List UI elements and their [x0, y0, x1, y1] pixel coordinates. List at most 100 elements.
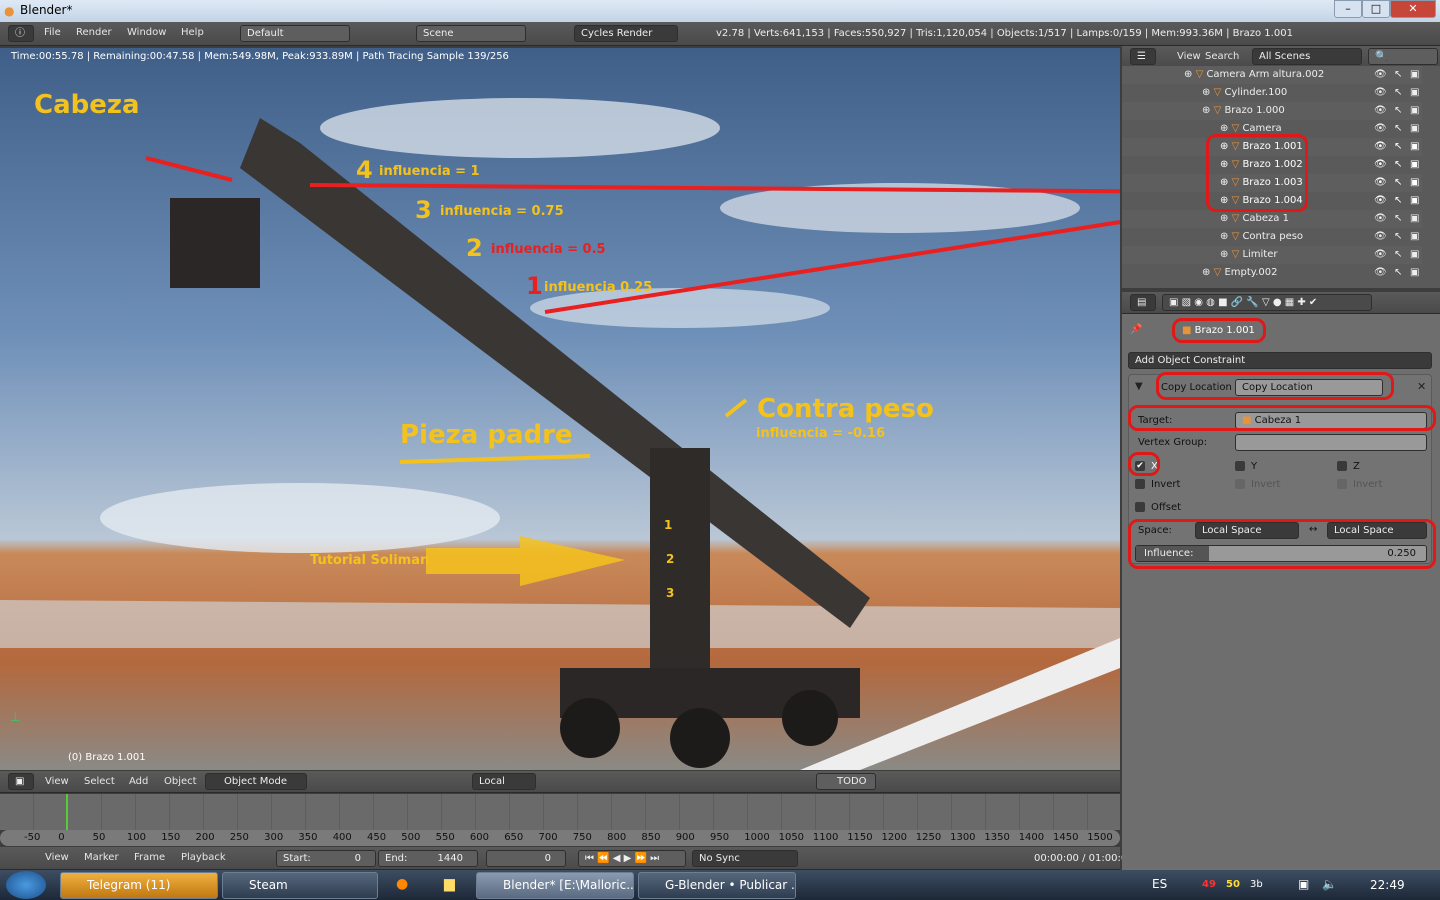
outliner-item[interactable]: ⊕ ▽ Empty.002 👁 ↖ ▣ — [1122, 264, 1422, 282]
outliner-filter-select[interactable]: All Scenes — [1252, 48, 1362, 65]
select-cursor-icon[interactable]: ↖ — [1394, 156, 1402, 174]
render-camera-icon[interactable]: ▣ — [1410, 264, 1419, 282]
taskbar-blender[interactable]: Blender* [E:\Malloric... — [476, 872, 634, 899]
info-editor-icon[interactable]: ⓘ — [8, 25, 34, 42]
select-cursor-icon[interactable]: ↖ — [1394, 228, 1402, 246]
end-frame-field[interactable]: End: 1440 — [378, 850, 478, 867]
invert-x-checkbox[interactable]: Invert — [1135, 479, 1180, 490]
menu-select[interactable]: Select — [84, 776, 115, 787]
select-cursor-icon[interactable]: ↖ — [1394, 84, 1402, 102]
layout-field[interactable]: Default — [240, 25, 350, 42]
select-cursor-icon[interactable]: ↖ — [1394, 210, 1402, 228]
volume-icon[interactable]: 🔈 — [1322, 877, 1337, 891]
properties-tabs[interactable]: ▣ ▧ ◉ ◍ ■ 🔗 🔧 ▽ ● ▦ ✚ ✔ — [1162, 294, 1372, 311]
outliner-search-input[interactable]: 🔍 — [1368, 48, 1438, 65]
properties-editor-icon[interactable]: ▤ — [1130, 294, 1156, 311]
menu-view[interactable]: View — [45, 852, 69, 863]
render-camera-icon[interactable]: ▣ — [1410, 66, 1419, 84]
visibility-icon[interactable]: 👁 — [1374, 66, 1387, 84]
expand-icon[interactable]: ⊕ — [1220, 123, 1232, 134]
3d-viewport[interactable]: Time:00:55.78 | Remaining:00:47.58 | Mem… — [0, 48, 1120, 770]
expand-icon[interactable]: ⊕ — [1202, 87, 1214, 98]
outliner-item[interactable]: ⊕ ▽ Brazo 1.000 👁 ↖ ▣ — [1122, 102, 1422, 120]
current-frame-field[interactable]: 0 — [486, 850, 566, 867]
outliner-item[interactable]: ⊕ ▽ Limiter 👁 ↖ ▣ — [1122, 246, 1422, 264]
menu-view[interactable]: View — [45, 776, 69, 787]
render-camera-icon[interactable]: ▣ — [1410, 210, 1419, 228]
firefox-icon[interactable]: ● — [396, 876, 408, 892]
network-icon[interactable]: ▣ — [1298, 877, 1309, 891]
render-camera-icon[interactable]: ▣ — [1410, 120, 1419, 138]
expand-icon[interactable]: ⊕ — [1220, 249, 1232, 260]
close-button[interactable]: ✕ — [1390, 0, 1436, 18]
visibility-icon[interactable]: 👁 — [1374, 264, 1387, 282]
render-camera-icon[interactable]: ▣ — [1410, 228, 1419, 246]
render-engine-select[interactable]: Cycles Render — [574, 25, 678, 42]
select-cursor-icon[interactable]: ↖ — [1394, 102, 1402, 120]
render-camera-icon[interactable]: ▣ — [1410, 174, 1419, 192]
menu-object[interactable]: Object — [164, 776, 197, 787]
expand-icon[interactable]: ⊕ — [1202, 267, 1214, 278]
menu-search[interactable]: Search — [1205, 51, 1239, 62]
expand-icon[interactable]: ⊕ — [1220, 231, 1232, 242]
visibility-icon[interactable]: 👁 — [1374, 192, 1387, 210]
folder-icon[interactable]: ▆ — [444, 876, 455, 892]
language-indicator[interactable]: ES — [1152, 877, 1167, 891]
tray-item[interactable]: 50 — [1226, 879, 1240, 890]
visibility-icon[interactable]: 👁 — [1374, 84, 1387, 102]
render-camera-icon[interactable]: ▣ — [1410, 102, 1419, 120]
menu-file[interactable]: File — [44, 27, 61, 38]
tray-item[interactable]: 49 — [1202, 879, 1216, 890]
invert-y-checkbox[interactable]: Invert — [1235, 479, 1280, 490]
render-camera-icon[interactable]: ▣ — [1410, 156, 1419, 174]
clock[interactable]: 22:49 — [1370, 878, 1405, 892]
render-camera-icon[interactable]: ▣ — [1410, 192, 1419, 210]
visibility-icon[interactable]: 👁 — [1374, 102, 1387, 120]
tray-item[interactable]: 3b — [1250, 879, 1263, 890]
menu-render[interactable]: Render — [76, 27, 112, 38]
visibility-icon[interactable]: 👁 — [1374, 174, 1387, 192]
visibility-icon[interactable]: 👁 — [1374, 228, 1387, 246]
y-checkbox[interactable]: Y — [1235, 461, 1257, 472]
mode-select[interactable]: Object Mode — [205, 773, 307, 790]
minimize-button[interactable]: – — [1334, 0, 1362, 18]
current-frame-marker[interactable] — [66, 794, 68, 830]
editor-type-icon[interactable]: ▣ — [8, 773, 34, 790]
offset-checkbox[interactable]: Offset — [1135, 502, 1181, 513]
todo-button[interactable]: TODO — [816, 773, 876, 790]
select-cursor-icon[interactable]: ↖ — [1394, 138, 1402, 156]
menu-add[interactable]: Add — [129, 776, 148, 787]
menu-view[interactable]: View — [1177, 51, 1201, 62]
render-camera-icon[interactable]: ▣ — [1410, 84, 1419, 102]
visibility-icon[interactable]: 👁 — [1374, 156, 1387, 174]
frame-ruler[interactable]: -50 0 50 100 150 200 250 300 350 400 450 500 550 600 6… — [0, 830, 1120, 846]
maximize-button[interactable]: □ — [1362, 0, 1390, 18]
select-cursor-icon[interactable]: ↖ — [1394, 174, 1402, 192]
taskbar-firefox[interactable]: G-Blender • Publicar ... — [638, 872, 796, 899]
visibility-icon[interactable]: 👁 — [1374, 138, 1387, 156]
menu-marker[interactable]: Marker — [84, 852, 119, 863]
select-cursor-icon[interactable]: ↖ — [1394, 264, 1402, 282]
render-camera-icon[interactable]: ▣ — [1410, 246, 1419, 264]
visibility-icon[interactable]: 👁 — [1374, 120, 1387, 138]
menu-frame[interactable]: Frame — [134, 852, 165, 863]
pin-icon[interactable]: 📌 — [1130, 324, 1142, 335]
z-checkbox[interactable]: Z — [1337, 461, 1360, 472]
visibility-icon[interactable]: 👁 — [1374, 246, 1387, 264]
menu-window[interactable]: Window — [127, 27, 166, 38]
orientation-select[interactable]: Local — [472, 773, 536, 790]
invert-z-checkbox[interactable]: Invert — [1337, 479, 1382, 490]
select-cursor-icon[interactable]: ↖ — [1394, 246, 1402, 264]
taskbar-steam[interactable]: Steam — [222, 872, 378, 899]
sync-select[interactable]: No Sync — [692, 850, 798, 867]
outliner-item[interactable]: ⊕ ▽ Cylinder.100 👁 ↖ ▣ — [1122, 84, 1422, 102]
expand-icon[interactable]: ⊕ — [1202, 105, 1214, 116]
playback-controls[interactable]: ⏮ ⏪ ◀ ▶ ⏩ ⏭ — [578, 850, 686, 867]
collapse-triangle-icon[interactable]: ▼ — [1135, 381, 1143, 392]
delete-constraint-icon[interactable]: ✕ — [1417, 380, 1426, 393]
menu-help[interactable]: Help — [181, 27, 204, 38]
vertex-group-field[interactable] — [1235, 434, 1427, 451]
outliner-item[interactable]: ⊕ ▽ Contra peso 👁 ↖ ▣ — [1122, 228, 1422, 246]
expand-icon[interactable]: ⊕ — [1220, 213, 1232, 224]
outliner-item[interactable]: ⊕ ▽ Cabeza 1 👁 ↖ ▣ — [1122, 210, 1422, 228]
